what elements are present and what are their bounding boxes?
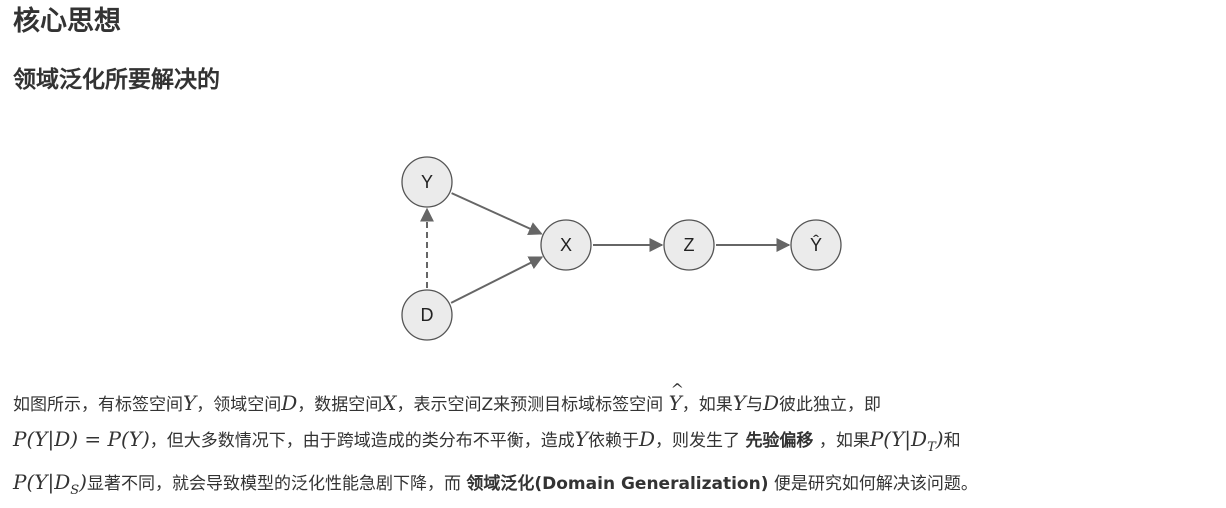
text-run: ，如果 — [813, 431, 870, 451]
math-part: ) — [79, 470, 87, 494]
text-run: 如图所示，有标签空间 — [13, 395, 183, 415]
math-data-space: X — [382, 391, 397, 415]
node-label: D — [421, 305, 434, 325]
text-run: ，但大多数情况下，由于跨域造成的类分布不平衡，造成 — [149, 431, 575, 451]
node-label: X — [560, 235, 572, 255]
math-symbol-y: Y — [732, 391, 746, 415]
node-y: Y — [401, 156, 453, 208]
text-run: 彼此独立，即 — [779, 395, 882, 415]
bold-term-prior-shift: 先验偏移 — [745, 431, 814, 451]
node-yhat: Ŷ — [790, 219, 842, 271]
page-title: 核心思想 — [13, 6, 121, 37]
math-part: ) — [935, 427, 944, 451]
math-label-space: Y — [183, 391, 197, 415]
math-part: P(Y|D — [13, 470, 71, 494]
paragraph-line-1: 如图所示，有标签空间Y，领域空间D，数据空间X，表示空间Z来预测目标域标签空间 … — [13, 380, 1213, 422]
text-run: ，领域空间 — [196, 395, 282, 415]
node-label: Y — [421, 172, 433, 192]
math-symbol-d: D — [638, 427, 656, 451]
math-source-conditional: P(Y|DS) — [13, 470, 87, 498]
text-run: 依赖于 — [587, 431, 639, 451]
node-d: D — [401, 289, 453, 341]
text-run: 与 — [745, 395, 763, 415]
text-run: 显著不同，就会导致模型的泛化性能急剧下降，而 — [86, 474, 467, 494]
text-run: ，如果 — [681, 395, 733, 415]
node-label: Z — [684, 235, 695, 255]
node-label: Ŷ — [810, 235, 822, 255]
hat-accent: ^ — [670, 380, 684, 399]
math-subscript: S — [70, 483, 80, 498]
text-run: ，数据空间 — [297, 395, 383, 415]
text-run: ，表示空间Z来预测目标域标签空间 — [396, 395, 669, 415]
edge-y-to-x — [451, 192, 543, 236]
math-symbol-d: D — [762, 391, 780, 415]
node-z: Z — [663, 219, 715, 271]
causal-diagram: Y D X Z Ŷ — [401, 156, 842, 341]
text-run: 和 — [943, 431, 961, 451]
node-x: X — [540, 219, 592, 271]
math-domain-space: D — [281, 391, 298, 415]
paragraph-line-2: P(Y|D) = P(Y)，但大多数情况下，由于跨域造成的类分布不平衡，造成Y依… — [13, 422, 1213, 465]
text-run: ，则发生了 — [655, 431, 746, 451]
math-subscript: T — [927, 440, 936, 455]
bold-term-domain-generalization: 领域泛化(Domain Generalization) — [466, 474, 769, 494]
edge-d-to-x — [450, 256, 544, 304]
math-target-label-space: Y ^ — [669, 380, 684, 420]
text-run: 便是研究如何解决该问题。 — [768, 474, 978, 494]
math-symbol-y: Y — [574, 427, 588, 451]
math-target-conditional: P(Y|DT) — [869, 427, 944, 455]
math-independence-formula: P(Y|D) = P(Y) — [13, 427, 150, 451]
diagram-nodes: Y D X Z Ŷ — [401, 156, 842, 341]
explanation-paragraph: 如图所示，有标签空间Y，领域空间D，数据空间X，表示空间Z来预测目标域标签空间 … — [13, 380, 1213, 508]
math-part: P(Y|D — [869, 427, 928, 451]
diagram-edges — [420, 192, 791, 304]
paragraph-line-3: P(Y|DS)显著不同，就会导致模型的泛化性能急剧下降，而 领域泛化(Domai… — [13, 465, 1213, 508]
section-heading: 领域泛化所要解决的 — [13, 67, 220, 93]
